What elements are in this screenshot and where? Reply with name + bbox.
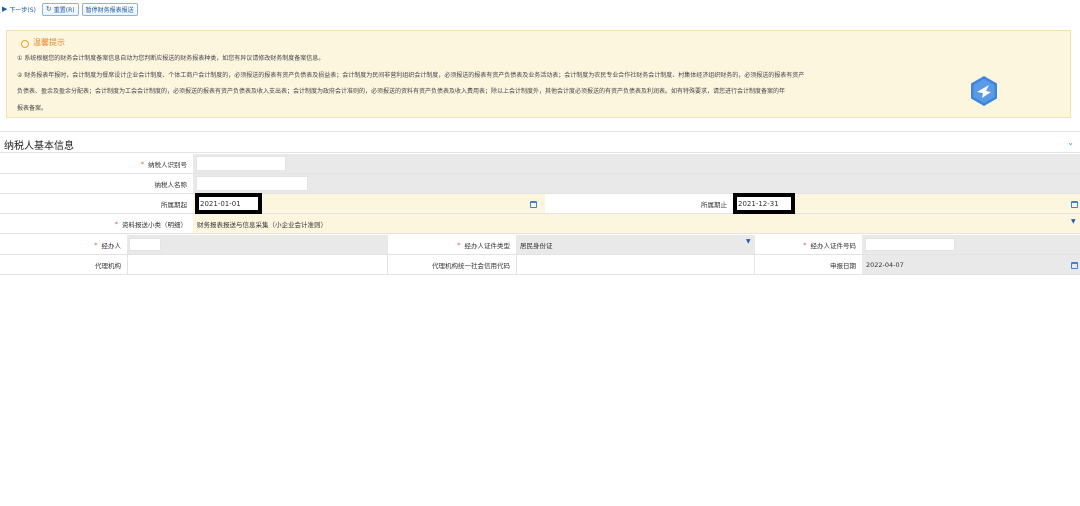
play-icon: ▶ (2, 4, 8, 13)
report-type-label: * 资料报送小类（明细） (0, 214, 193, 233)
form-row-agency: 代理机构 代理机构统一社会信用代码 申报日期 2022-04-07 (0, 255, 1080, 275)
period-end-label: 所属期止 (545, 194, 733, 213)
reset-button[interactable]: ↻ 重置(R) (41, 2, 79, 16)
taxpayer-id-label: * 纳税人识别号 (0, 154, 193, 173)
notice-panel: 温馨提示 ① 系统根据您的财务会计制度备案信息自动为您判断应报送的财务报表种类，… (6, 30, 1071, 118)
required-marker: * (457, 240, 461, 249)
handler-id-type-select[interactable]: 居民身份证 (516, 235, 755, 254)
declare-date-label-text: 申报日期 (830, 261, 856, 270)
report-type-label-text: 资料报送小类（明细） (122, 220, 187, 229)
handler-id-number-redacted (865, 238, 955, 251)
agency-label-text: 代理机构 (95, 261, 121, 270)
calendar-icon[interactable] (530, 201, 537, 208)
suspend-report-button[interactable]: 暂停财务报表报送 (81, 2, 138, 16)
form-row-taxpayer-id: * 纳税人识别号 (0, 154, 1080, 174)
handler-id-number-label-text: 经办人证件号码 (810, 241, 857, 250)
section-header[interactable]: 纳税人基本信息 ⌄ (0, 131, 1080, 153)
taxpayer-name-label-text: 纳税人名称 (154, 180, 188, 189)
period-start-label: 所属期起 (0, 194, 193, 213)
taxpayer-name-redacted (196, 176, 308, 191)
handler-id-type-label-text: 经办人证件类型 (464, 241, 511, 250)
notice-line-1: ① 系统根据您的财务会计制度备案信息自动为您判断应报送的财务报表种类，如您有异议… (17, 55, 325, 62)
required-marker: * (803, 240, 807, 249)
section-title: 纳税人基本信息 (4, 141, 74, 152)
suspend-report-label: 暂停财务报表报送 (85, 6, 134, 14)
handler-redacted (129, 238, 161, 251)
form-row-taxpayer-name: 纳税人名称 (0, 174, 1080, 194)
agency-credit-code-label: 代理机构统一社会信用代码 (388, 255, 516, 274)
agency-label: 代理机构 (0, 255, 127, 274)
declare-date-label: 申报日期 (755, 255, 862, 274)
required-marker: * (94, 240, 98, 249)
toolbar: ▶ 下一步(S) ↻ 重置(R) 暂停财务报表报送 (0, 2, 138, 16)
handler-field[interactable] (127, 235, 388, 254)
taxpayer-id-field (193, 154, 1080, 173)
dropdown-triangle-icon[interactable]: ▼ (1071, 218, 1076, 225)
assistant-bird-icon[interactable] (968, 75, 1000, 107)
notice-title: 温馨提示 (19, 37, 65, 48)
chevron-down-icon[interactable]: ⌄ (1067, 138, 1074, 147)
form-row-handler: * 经办人 * 经办人证件类型 居民身份证 ▼ * 经办人证件号码 (0, 235, 1080, 255)
declare-date-value: 2022-04-07 (866, 260, 904, 269)
required-marker: * (140, 159, 144, 168)
taxpayer-name-label: 纳税人名称 (0, 174, 193, 193)
agency-credit-code-field[interactable] (516, 255, 755, 274)
period-end-input[interactable]: 2021-12-31 (733, 193, 795, 214)
handler-label-text: 经办人 (101, 241, 122, 250)
notice-line-2: ② 财务报表年报时，会计制度为餐席设计企业会计制度、个体工商户会计制度的，必须报… (17, 71, 805, 79)
notice-text: ① 系统根据您的财务会计制度备案信息自动为您判断应报送的财务报表种类，如您有异议… (17, 51, 1065, 117)
reset-label: 重置(R) (53, 6, 75, 14)
taxpayer-id-redacted (196, 156, 286, 171)
period-start-label-text: 所属期起 (161, 200, 187, 209)
period-start-input[interactable]: 2021-01-01 (195, 193, 262, 214)
refresh-icon: ↻ (45, 4, 52, 13)
report-type-select[interactable]: 财务报表报送与信息采集（小企业会计准则） (193, 214, 1080, 233)
handler-id-type-value: 居民身份证 (520, 241, 553, 250)
report-type-value: 财务报表报送与信息采集（小企业会计准则） (197, 220, 327, 229)
calendar-icon[interactable] (1071, 201, 1078, 208)
handler-id-number-field[interactable] (862, 235, 1080, 254)
calendar-icon[interactable] (1071, 262, 1078, 269)
taxpayer-id-label-text: 纳税人识别号 (148, 160, 187, 169)
form-row-period: 所属期起 2021-01-01 所属期止 2021-12-31 (0, 193, 1080, 214)
handler-id-type-label: * 经办人证件类型 (388, 235, 516, 254)
dropdown-triangle-icon[interactable]: ▼ (746, 238, 751, 245)
required-marker: * (114, 219, 118, 228)
next-step-button[interactable]: ▶ 下一步(S) (0, 3, 39, 16)
period-end-label-text: 所属期止 (701, 200, 727, 209)
agency-field[interactable] (127, 255, 388, 274)
notice-title-text: 温馨提示 (33, 38, 65, 47)
handler-id-number-label: * 经办人证件号码 (755, 235, 862, 254)
form-row-report-type: * 资料报送小类（明细） 财务报表报送与信息采集（小企业会计准则） ▼ (0, 214, 1080, 234)
handler-label: * 经办人 (0, 235, 127, 254)
sun-icon (19, 38, 29, 48)
notice-line-4: 报表备案。 (17, 104, 48, 112)
next-step-label: 下一步(S) (9, 6, 36, 14)
taxpayer-name-field (193, 174, 1080, 193)
declare-date-field[interactable]: 2022-04-07 (862, 255, 1080, 274)
notice-line-3: 负债表、盈余及盈余分配表；会计制度为工会会计制度的，必须报送的报表有资产负债表及… (17, 88, 786, 95)
agency-credit-code-label-text: 代理机构统一社会信用代码 (432, 261, 510, 270)
